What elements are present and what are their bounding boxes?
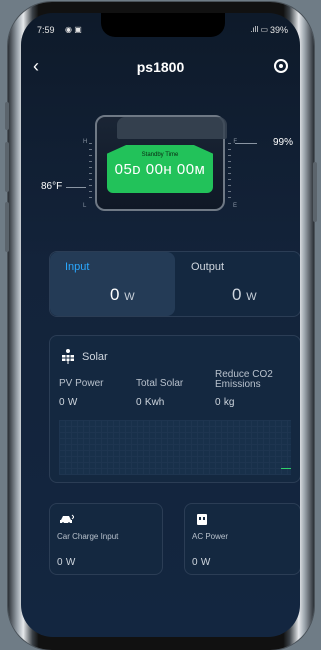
output-value: 0 W [232, 285, 257, 305]
co2-unit: kg [223, 397, 235, 408]
ac-power-card[interactable]: AC Power 0 W [184, 503, 300, 575]
car-number: 0 [57, 557, 63, 568]
standby-time: 05ᴅ 00ʜ 00ᴍ [114, 161, 206, 178]
car-charge-value: 0 W [57, 554, 75, 568]
solar-card[interactable]: Solar PV Power 0 W Total Solar 0 Kwh Red… [49, 335, 300, 483]
ac-power-value: 0 W [192, 554, 210, 568]
side-button [5, 202, 9, 252]
pv-power-value: 0 W [59, 394, 77, 408]
battery-status: 39% [269, 25, 288, 35]
solar-panel-icon [62, 349, 74, 364]
chart-indicator [281, 468, 291, 469]
temperature-gauge [89, 143, 92, 203]
total-solar-value: 0 Kwh [136, 394, 164, 408]
solar-title: Solar [82, 351, 108, 363]
input-value: 0 W [110, 285, 135, 305]
input-unit: W [124, 291, 135, 303]
input-label: Input [65, 261, 90, 273]
ac-unit: W [200, 557, 211, 568]
temperature-value: 86°F [41, 181, 63, 192]
pv-number: 0 [59, 397, 65, 408]
co2-number: 0 [215, 397, 221, 408]
ac-number: 0 [192, 557, 198, 568]
signal-icon: .ıll ▭ [250, 25, 268, 34]
temperature-line [66, 187, 86, 188]
gauge-h-label: H [83, 139, 88, 145]
power-button [313, 162, 317, 222]
battery-percent: 99% [272, 137, 293, 148]
standby-label: Standby Time [141, 152, 179, 158]
gauge-e-label: E [232, 203, 237, 209]
battery-line [235, 143, 257, 144]
total-number: 0 [136, 397, 142, 408]
car-icon [60, 514, 74, 525]
gauge-l-label: L [83, 203, 87, 209]
car-unit: W [65, 557, 76, 568]
status-time: 7:59 [37, 25, 55, 35]
volume-up-button [5, 102, 9, 130]
camera-notch [101, 13, 225, 37]
co2-label: Reduce CO2 Emissions [215, 369, 273, 390]
app-screen: 7:59 ◉ ▣ .ıll ▭ 39% ‹ ps1800 Standby Tim… [21, 13, 300, 637]
input-tab[interactable]: Input 0 W [50, 252, 175, 316]
gauge-f-label: F [233, 139, 237, 145]
header: ‹ ps1800 [21, 57, 300, 77]
notification-icons: ◉ ▣ [65, 25, 82, 34]
pv-unit: W [67, 397, 78, 408]
car-charge-card[interactable]: Car Charge Input 0 W [49, 503, 163, 575]
pv-power-label: PV Power [59, 378, 104, 389]
total-unit: Kwh [144, 397, 165, 408]
car-charge-label: Car Charge Input [57, 532, 119, 541]
ac-outlet-icon [197, 514, 207, 525]
output-label[interactable]: Output [191, 261, 224, 273]
output-unit: W [246, 291, 257, 303]
settings-icon[interactable] [274, 59, 288, 73]
ac-power-label: AC Power [192, 532, 229, 541]
volume-down-button [5, 142, 9, 192]
input-output-card: Input 0 W Output 0 W [49, 251, 300, 317]
total-solar-label: Total Solar [136, 378, 184, 389]
battery-gauge [228, 143, 231, 203]
input-number: 0 [110, 285, 120, 304]
co2-value: 0 kg [215, 394, 234, 408]
device-handle [117, 117, 227, 139]
device-illustration: Standby Time 05ᴅ 00ʜ 00ᴍ H L F E [83, 105, 237, 217]
page-title: ps1800 [136, 59, 185, 75]
output-number: 0 [232, 285, 242, 304]
solar-chart-grid [59, 420, 291, 475]
